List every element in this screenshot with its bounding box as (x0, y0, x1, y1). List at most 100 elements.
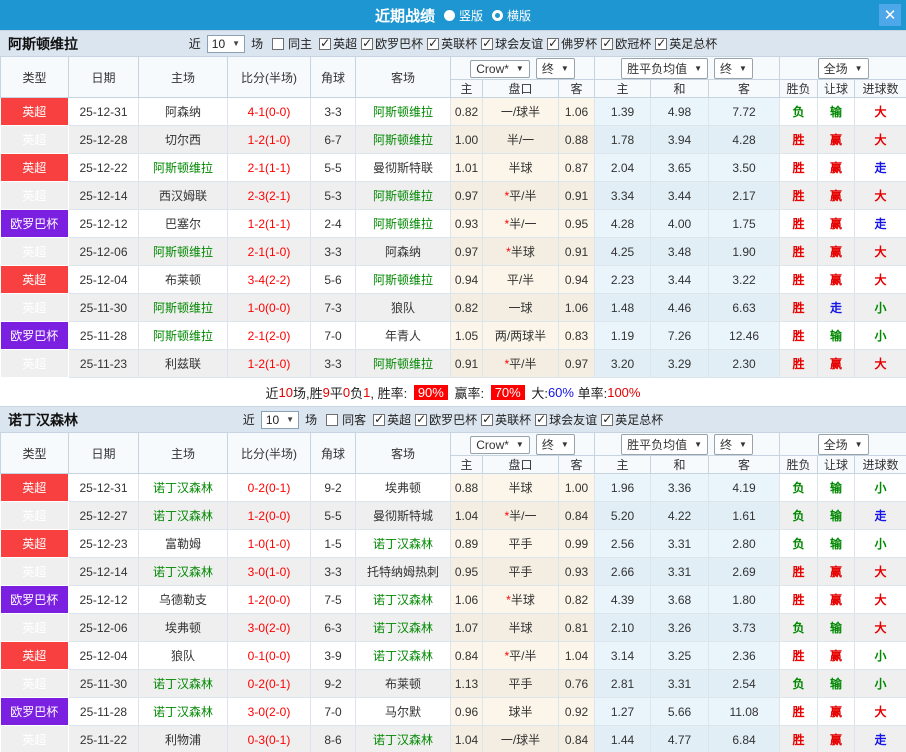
league-filter-label: 英足总杯 (669, 37, 718, 51)
league-filter-label: 欧罗巴杯 (375, 37, 424, 51)
score-cell: 1-0(0-0) (227, 293, 311, 322)
checkbox-icon (415, 412, 428, 426)
league-filter-list: 英超 欧罗巴杯 英联杯 球会友谊 佛罗杯 欧冠杯 英足总杯 (315, 35, 717, 52)
league-filter-checkbox[interactable]: 英足总杯 (601, 411, 663, 428)
match-row: 英超 25-12-31 阿森纳 4-1(0-0) 3-3 阿斯顿维拉 0.82 … (0, 97, 906, 126)
summary-segment: 70% (490, 384, 525, 400)
sub-header-result: 胜负 (779, 79, 819, 98)
handicap-text: 平/半 (509, 189, 537, 203)
match-row: 英超 25-12-28 切尔西 1-2(1-0) 6-7 阿斯顿维拉 1.00 … (0, 125, 906, 154)
handicap-text: 一/球半 (500, 105, 541, 119)
final-avg-select[interactable]: 终 ▼ (714, 57, 753, 79)
league-filter-checkbox[interactable]: 英足总杯 (655, 35, 717, 52)
checkbox-icon (655, 36, 668, 50)
odds-home-cell: 0.89 (450, 529, 483, 558)
bookmaker-select[interactable]: Crow* ▼ (470, 435, 530, 454)
recent-count-select[interactable]: 10 ▼ (206, 34, 246, 53)
date-cell: 25-12-06 (68, 237, 139, 266)
final-odds-select[interactable]: 终 ▼ (535, 57, 575, 79)
league-filter-checkbox[interactable]: 佛罗杯 (547, 35, 597, 52)
league-cell: 英超 (0, 293, 69, 322)
league-filter-checkbox[interactable]: 球会友谊 (535, 411, 597, 428)
handicap-cell: *半球 (482, 153, 559, 182)
avg-odds-group-header: 胜平负均值 ▼ 终 ▼ (594, 432, 781, 456)
date-cell: 25-12-22 (68, 153, 139, 182)
avg-draw-cell: 3.94 (650, 125, 710, 154)
home-team-cell: 诺丁汉森林 (138, 697, 228, 726)
league-filter-checkbox[interactable]: 英超 (319, 35, 357, 52)
goals-result-cell: 小 (854, 293, 906, 322)
odds-away-cell: 0.84 (558, 725, 596, 752)
scope-select[interactable]: 全场 ▼ (817, 57, 869, 79)
league-filter-checkbox[interactable]: 英联杯 (427, 35, 477, 52)
final-avg-select[interactable]: 终 ▼ (714, 433, 753, 455)
avg-draw-cell: 3.36 (650, 473, 710, 502)
date-cell: 25-11-30 (68, 669, 139, 698)
sub-header-handicap: 盘口 (482, 79, 559, 98)
date-cell: 25-11-28 (68, 321, 139, 350)
away-team-cell: 托特纳姆热刺 (355, 557, 451, 586)
result-cell: 胜 (779, 321, 819, 350)
checkbox-icon (361, 36, 374, 50)
horizontal-mode-radio[interactable] (492, 9, 503, 21)
goals-result-cell: 大 (854, 349, 906, 378)
odds-home-cell: 1.13 (450, 669, 483, 698)
chevron-down-icon: ▼ (560, 63, 569, 73)
vertical-mode-radio[interactable] (443, 9, 455, 21)
bookmaker-select[interactable]: Crow* ▼ (470, 59, 530, 78)
league-filter-checkbox[interactable]: 英超 (373, 411, 411, 428)
home-team-cell: 阿斯顿维拉 (138, 153, 228, 182)
summary-segment: 单率: (573, 385, 608, 401)
odds-away-cell: 0.81 (558, 613, 596, 642)
result-cell: 胜 (779, 725, 819, 752)
avg-home-cell: 1.44 (594, 725, 652, 752)
same-venue-checkbox[interactable]: 同主 (272, 35, 312, 52)
match-row: 英超 25-12-04 狼队 0-1(0-0) 3-9 诺丁汉森林 0.84 *… (0, 641, 906, 670)
league-filter-checkbox[interactable]: 欧冠杯 (601, 35, 651, 52)
scope-select[interactable]: 全场 ▼ (817, 433, 869, 455)
result-cell: 胜 (779, 237, 819, 266)
match-row: 英超 25-11-30 诺丁汉森林 0-2(0-1) 9-2 布莱顿 1.13 … (0, 669, 906, 698)
date-cell: 25-12-23 (68, 529, 139, 558)
recent-count-select[interactable]: 10 ▼ (260, 410, 300, 429)
handicap-cell: *球半 (482, 697, 559, 726)
same-venue-checkbox[interactable]: 同客 (326, 411, 366, 428)
league-filter-checkbox[interactable]: 球会友谊 (481, 35, 543, 52)
odds-home-cell: 0.97 (450, 181, 483, 210)
score-cell: 2-1(1-0) (227, 237, 311, 266)
handicap-cell: *半/一 (482, 501, 559, 530)
goals-result-cell: 大 (854, 557, 906, 586)
handicap-result-cell: 赢 (817, 125, 856, 154)
avg-odds-group-header: 胜平负均值 ▼ 终 ▼ (594, 56, 781, 80)
odds-away-cell: 0.83 (558, 321, 596, 350)
corners-cell: 3-3 (310, 97, 356, 126)
away-team-cell: 阿斯顿维拉 (355, 97, 451, 126)
chevron-down-icon: ▼ (515, 64, 524, 73)
sub-header-handicap-result: 让球 (817, 455, 856, 474)
league-filter-label: 英联杯 (495, 413, 532, 427)
result-cell: 胜 (779, 293, 819, 322)
handicap-cell: *平/半 (482, 349, 559, 378)
league-filter-checkbox[interactable]: 英联杯 (481, 411, 531, 428)
avg-home-cell: 3.20 (594, 349, 652, 378)
odds-away-cell: 0.82 (558, 585, 596, 614)
handicap-result-cell: 赢 (817, 697, 856, 726)
handicap-result-cell: 赢 (817, 557, 856, 586)
handicap-result-cell: 赢 (817, 585, 856, 614)
league-filter-checkbox[interactable]: 欧罗巴杯 (415, 411, 477, 428)
handicap-cell: *一球 (482, 293, 559, 322)
score-cell: 3-4(2-2) (227, 265, 311, 294)
odds-home-cell: 0.82 (450, 97, 483, 126)
close-button[interactable]: ✕ (879, 4, 901, 26)
handicap-cell: *平/半 (482, 265, 559, 294)
checkbox-icon (601, 36, 614, 50)
avg-odds-select[interactable]: 胜平负均值 ▼ (621, 433, 709, 455)
league-filter-checkbox[interactable]: 欧罗巴杯 (361, 35, 423, 52)
avg-odds-select[interactable]: 胜平负均值 ▼ (621, 57, 709, 79)
avg-home-cell: 4.25 (594, 237, 652, 266)
match-row: 欧罗巴杯 25-12-12 巴塞尔 1-2(1-1) 2-4 阿斯顿维拉 0.9… (0, 209, 906, 238)
away-team-cell: 布莱顿 (355, 669, 451, 698)
final-odds-select[interactable]: 终 ▼ (535, 433, 575, 455)
sub-header-odds-home: 主 (450, 79, 483, 98)
avg-home-cell: 3.34 (594, 181, 652, 210)
